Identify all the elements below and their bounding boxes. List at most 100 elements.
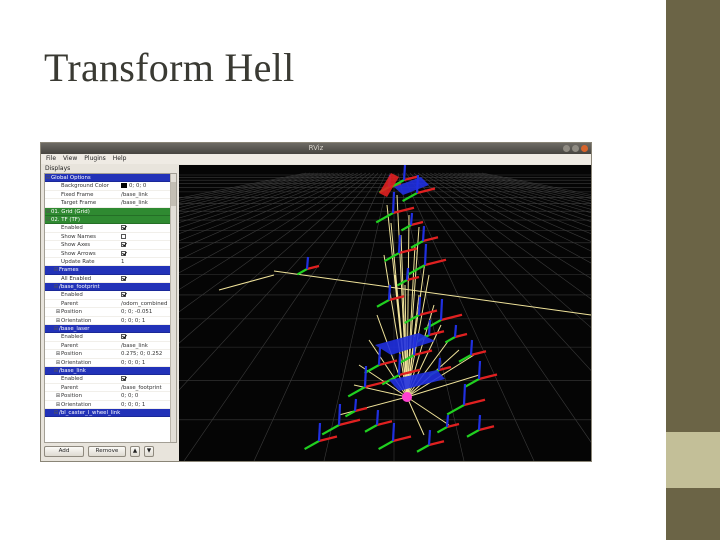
property-value[interactable]: 0; 0; 0; 1 [119,359,176,366]
tf-x-axis [438,365,452,372]
property-value[interactable] [119,233,176,240]
tree-row[interactable]: Parent/base_link [45,342,176,351]
tree-row[interactable]: Background Color 0; 0; 0 [45,182,176,191]
displays-tree[interactable]: ⊟ Global Options Background Color 0; 0; 0 Fi… [44,173,177,443]
menu-file[interactable]: File [46,154,56,164]
tree-scrollbar[interactable] [170,174,176,442]
tree-row[interactable]: Enabled [45,333,176,342]
add-button[interactable]: Add [44,445,84,457]
property-value[interactable]: 0; 0; 0; 1 [119,317,176,324]
tree-row[interactable]: ⊞ Position 0; 0; -0.051 [45,308,176,317]
property-name: /base_footprint [59,284,100,291]
tree-row[interactable]: Target Frame/base_link [45,199,176,208]
tree-row[interactable]: ⊞ 01. Grid (Grid) [45,207,176,216]
tree-row[interactable]: Parent/base_footprint [45,384,176,393]
property-value[interactable] [119,241,176,248]
tree-row[interactable]: ⊞ Orientation 0; 0; 0; 1 [45,359,176,367]
grid-line [457,172,591,210]
tree-row[interactable]: ⊞ Orientation 0; 0; 0; 1 [45,401,176,409]
tree-row[interactable]: ⊟ 02. TF (TF) [45,215,176,225]
property-value[interactable] [119,275,176,282]
property-value-text: 0; 0; -0.051 [121,309,153,316]
property-value[interactable]: 0; 0; 0 [119,392,176,399]
window-controls [563,145,588,152]
property-value[interactable]: /base_link [119,191,176,198]
tree-row[interactable]: All Enabled [45,275,176,284]
property-value[interactable]: /base_footprint [119,384,176,391]
maximize-icon[interactable] [572,145,579,152]
remove-button[interactable]: Remove [88,445,126,457]
property-value[interactable]: /odom_combined [119,300,176,307]
property-value[interactable]: 0.275; 0; 0.252 [119,350,176,357]
property-value[interactable] [119,250,176,257]
tree-row[interactable]: Show Axes [45,241,176,250]
property-value[interactable] [119,333,176,340]
grid-line [465,172,591,204]
tf-z-axis [363,365,368,388]
tree-row[interactable]: Show Names [45,233,176,242]
property-value[interactable]: 0; 0; 0 [119,182,176,189]
move-down-button[interactable]: ▼ [144,445,154,457]
minimize-icon[interactable] [563,145,570,152]
grid-line [179,172,375,344]
tree-row[interactable]: ⊟/base_footprint [45,283,176,292]
property-name: Enabled [61,225,83,232]
tree-row[interactable]: Enabled [45,291,176,300]
tf-x-axis [392,206,415,215]
move-up-button[interactable]: ▲ [130,445,140,457]
scrollbar-thumb[interactable] [171,182,176,206]
tf-y-axis [400,224,412,232]
tree-row[interactable]: ⊟/base_laser [45,325,176,334]
tf-z-axis [375,409,380,426]
tree-row[interactable]: ⊞ Position 0.275; 0; 0.252 [45,350,176,359]
tree-row[interactable]: ⊟/base_link [45,366,176,376]
checkbox[interactable] [121,225,126,231]
property-value[interactable]: 1 [119,258,176,265]
property-value[interactable]: 0; 0; 0; 1 [119,401,176,408]
tf-z-axis [391,191,396,214]
checkbox[interactable] [121,376,126,382]
tree-row[interactable]: Parent/odom_combined [45,300,176,309]
tree-row[interactable]: Update Rate 1 [45,258,176,267]
3d-viewport[interactable] [179,165,591,461]
checkbox[interactable] [121,334,126,340]
tree-row[interactable]: Enabled [45,224,176,233]
checkbox[interactable] [121,233,126,239]
menu-help[interactable]: Help [113,154,127,164]
tf-link-line [338,396,408,416]
menu-plugins[interactable]: Plugins [84,154,106,164]
tree-row[interactable]: ⊟ Global Options [45,174,176,183]
grid-line [179,172,323,208]
color-swatch[interactable] [121,183,127,189]
slide-side-accent [666,432,720,488]
tree-row[interactable]: ⊟ Frames [45,266,176,275]
property-value[interactable] [119,375,176,382]
checkbox[interactable] [121,250,126,256]
tree-row[interactable]: Enabled [45,375,176,384]
tf-z-axis [353,398,358,412]
menu-view[interactable]: View [63,154,77,164]
property-value[interactable] [119,224,176,231]
close-icon[interactable] [581,145,588,152]
property-value[interactable] [119,291,176,298]
tree-row[interactable]: ⊞ Position 0; 0; 0 [45,392,176,401]
tf-z-axis [439,298,444,321]
tree-row[interactable]: Fixed Frame/base_link [45,191,176,200]
property-value[interactable]: 0; 0; -0.051 [119,308,176,315]
property-value[interactable]: /base_link [119,342,176,349]
checkbox[interactable] [121,292,126,298]
property-name: Position [61,309,82,316]
checkbox[interactable] [121,275,126,281]
property-value[interactable]: /base_link [119,199,176,206]
tree-row[interactable]: ⊟/bl_caster_l_wheel_link [45,408,176,418]
checkbox[interactable] [121,242,126,248]
tree-row[interactable]: ⊞ Orientation 0; 0; 0; 1 [45,317,176,326]
property-value-text: /base_link [121,191,148,198]
window-titlebar[interactable]: RViz [41,143,591,154]
tf-x-axis [392,435,412,443]
tf-z-axis [391,422,396,442]
grid-line [433,172,591,242]
tf-scene[interactable] [179,165,591,461]
property-name: Global Options [51,175,91,181]
tree-row[interactable]: Show Arrows [45,250,176,258]
